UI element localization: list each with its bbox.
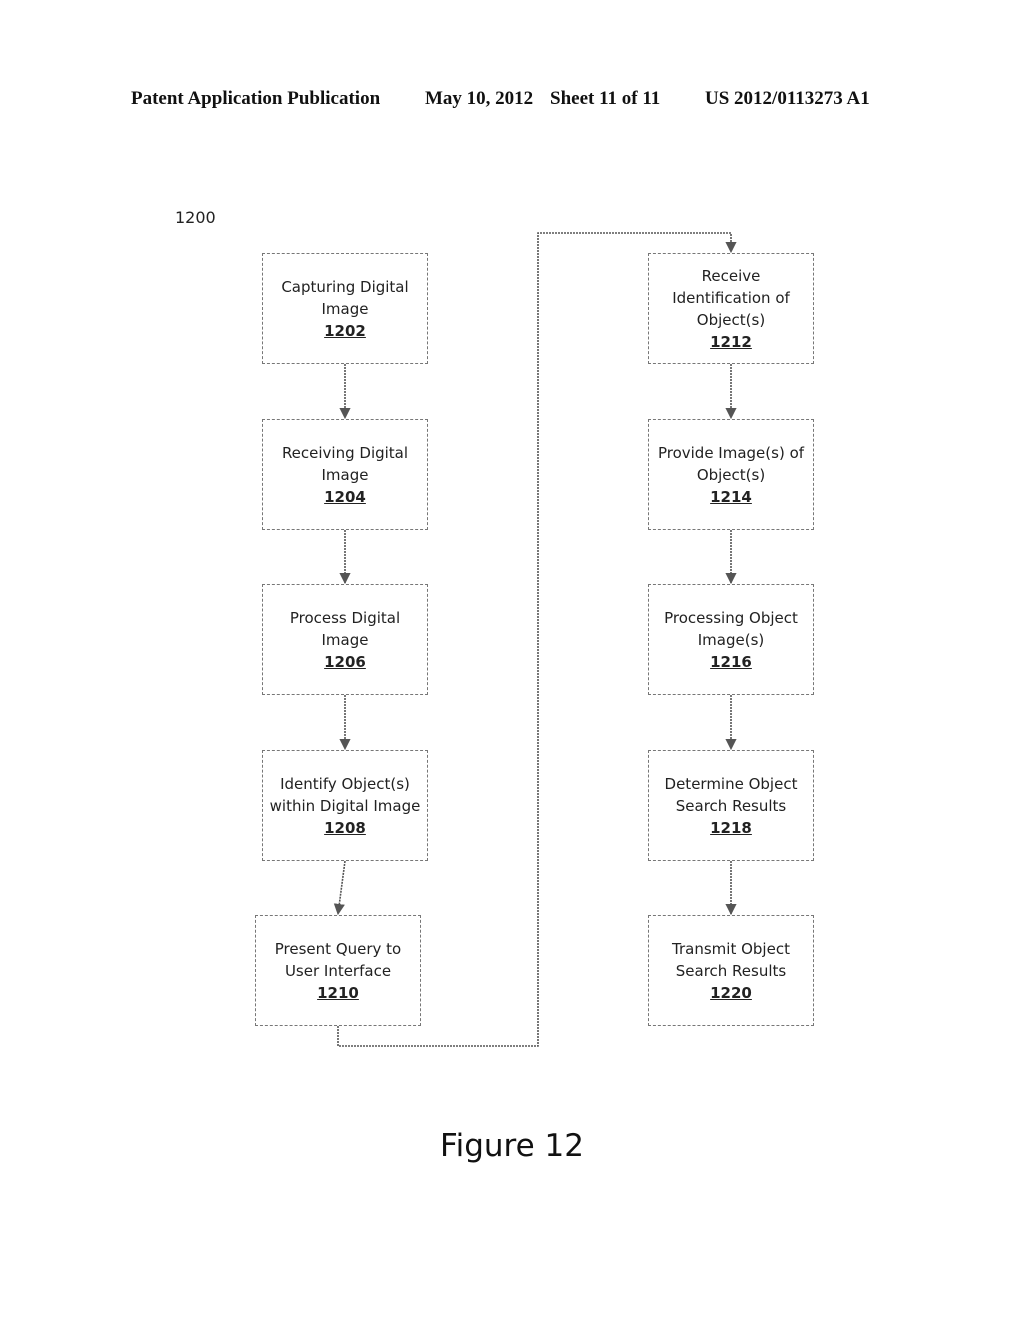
- figure-caption: Figure 12: [440, 1128, 584, 1164]
- step-label: Processing Object Image(s): [664, 608, 798, 649]
- step-box-1204: Receiving Digital Image 1204: [262, 419, 428, 530]
- step-box-1206: Process Digital Image 1206: [262, 584, 428, 695]
- step-box-1210: Present Query to User Interface 1210: [255, 915, 421, 1026]
- step-label: Transmit Object Search Results: [672, 939, 790, 980]
- step-box-1208: Identify Object(s) within Digital Image 1…: [262, 750, 428, 861]
- step-number: 1214: [710, 487, 752, 506]
- step-label: Identify Object(s) within Digital Image: [269, 774, 421, 815]
- step-label: Receive Identification of Object(s): [672, 266, 790, 329]
- step-label: Capturing Digital Image: [281, 277, 409, 318]
- step-box-1220: Transmit Object Search Results 1220: [648, 915, 814, 1026]
- step-label: Present Query to User Interface: [274, 939, 402, 980]
- step-number: 1206: [324, 652, 366, 671]
- step-label: Provide Image(s) of Object(s): [657, 443, 805, 484]
- step-number: 1202: [324, 321, 366, 340]
- step-number: 1220: [710, 983, 752, 1002]
- arrow-1208-to-1210: [333, 860, 346, 916]
- step-number: 1218: [710, 818, 752, 837]
- step-label: Determine Object Search Results: [664, 774, 798, 815]
- step-box-1202: Capturing Digital Image 1202: [262, 253, 428, 364]
- step-number: 1208: [324, 818, 366, 837]
- step-box-1212: Receive Identification of Object(s) 1212: [648, 253, 814, 364]
- step-label: Process Digital Image: [289, 608, 401, 649]
- flow-connectors: [333, 232, 737, 1047]
- step-number: 1212: [710, 332, 752, 351]
- step-number: 1210: [317, 983, 359, 1002]
- step-box-1214: Provide Image(s) of Object(s) 1214: [648, 419, 814, 530]
- step-box-1218: Determine Object Search Results 1218: [648, 750, 814, 861]
- step-label: Receiving Digital Image: [281, 443, 409, 484]
- step-number: 1204: [324, 487, 366, 506]
- step-box-1216: Processing Object Image(s) 1216: [648, 584, 814, 695]
- step-number: 1216: [710, 652, 752, 671]
